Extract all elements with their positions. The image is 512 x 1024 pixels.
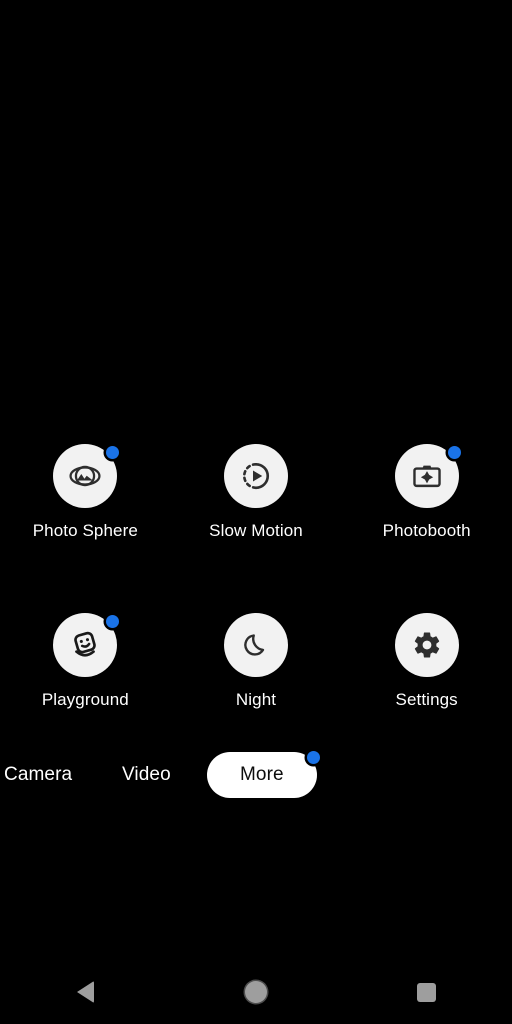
mode-item-photo-sphere[interactable]: Photo Sphere bbox=[0, 444, 171, 541]
mode-tab-video[interactable]: Video bbox=[122, 752, 171, 798]
mode-icon-wrap-settings bbox=[394, 613, 459, 677]
mode-item-night[interactable]: Night bbox=[171, 613, 342, 710]
mode-tab-more[interactable]: More bbox=[207, 751, 320, 798]
mode-tab-more-label: More bbox=[240, 764, 284, 785]
android-navigation-bar bbox=[0, 960, 512, 1024]
mode-icon-wrap-photo-sphere bbox=[53, 444, 120, 508]
new-badge-dot bbox=[106, 446, 120, 459]
mode-item-photobooth[interactable]: Photobooth bbox=[341, 444, 512, 541]
mode-tab-camera[interactable]: Camera bbox=[4, 752, 72, 798]
mode-item-slow-motion[interactable]: Slow Motion bbox=[171, 444, 342, 541]
mode-label-night: Night bbox=[235, 690, 277, 709]
mode-icon-wrap-night bbox=[223, 613, 288, 677]
night-moon-icon bbox=[223, 613, 288, 677]
new-badge-dot bbox=[306, 751, 320, 764]
recents-icon bbox=[417, 982, 437, 1002]
mode-label-photo-sphere: Photo Sphere bbox=[32, 521, 138, 540]
mode-label-slow-motion: Slow Motion bbox=[209, 521, 303, 540]
mode-icon-wrap-playground bbox=[53, 613, 120, 677]
nav-back-button[interactable] bbox=[49, 960, 121, 1024]
new-badge-dot bbox=[447, 446, 461, 459]
mode-item-playground[interactable]: Playground bbox=[0, 613, 171, 710]
mode-icon-wrap-photobooth bbox=[394, 444, 461, 508]
mode-selector-strip: Camera Video More bbox=[0, 751, 512, 798]
new-badge-dot bbox=[106, 615, 120, 628]
mode-label-playground: Playground bbox=[41, 690, 129, 709]
nav-home-button[interactable] bbox=[220, 960, 292, 1024]
slow-motion-icon bbox=[223, 444, 288, 508]
nav-recents-button[interactable] bbox=[391, 960, 463, 1024]
mode-grid: Photo Sphere Slow Motion Photobooth Play… bbox=[0, 444, 512, 710]
mode-label-photobooth: Photobooth bbox=[382, 521, 471, 540]
mode-item-settings[interactable]: Settings bbox=[341, 613, 512, 710]
mode-label-settings: Settings bbox=[395, 690, 458, 709]
mode-tab-more-wrap: More bbox=[207, 751, 320, 798]
home-icon bbox=[244, 981, 267, 1003]
mode-icon-wrap-slow-motion bbox=[223, 444, 288, 508]
back-icon bbox=[76, 981, 94, 1003]
gear-icon bbox=[394, 613, 459, 677]
